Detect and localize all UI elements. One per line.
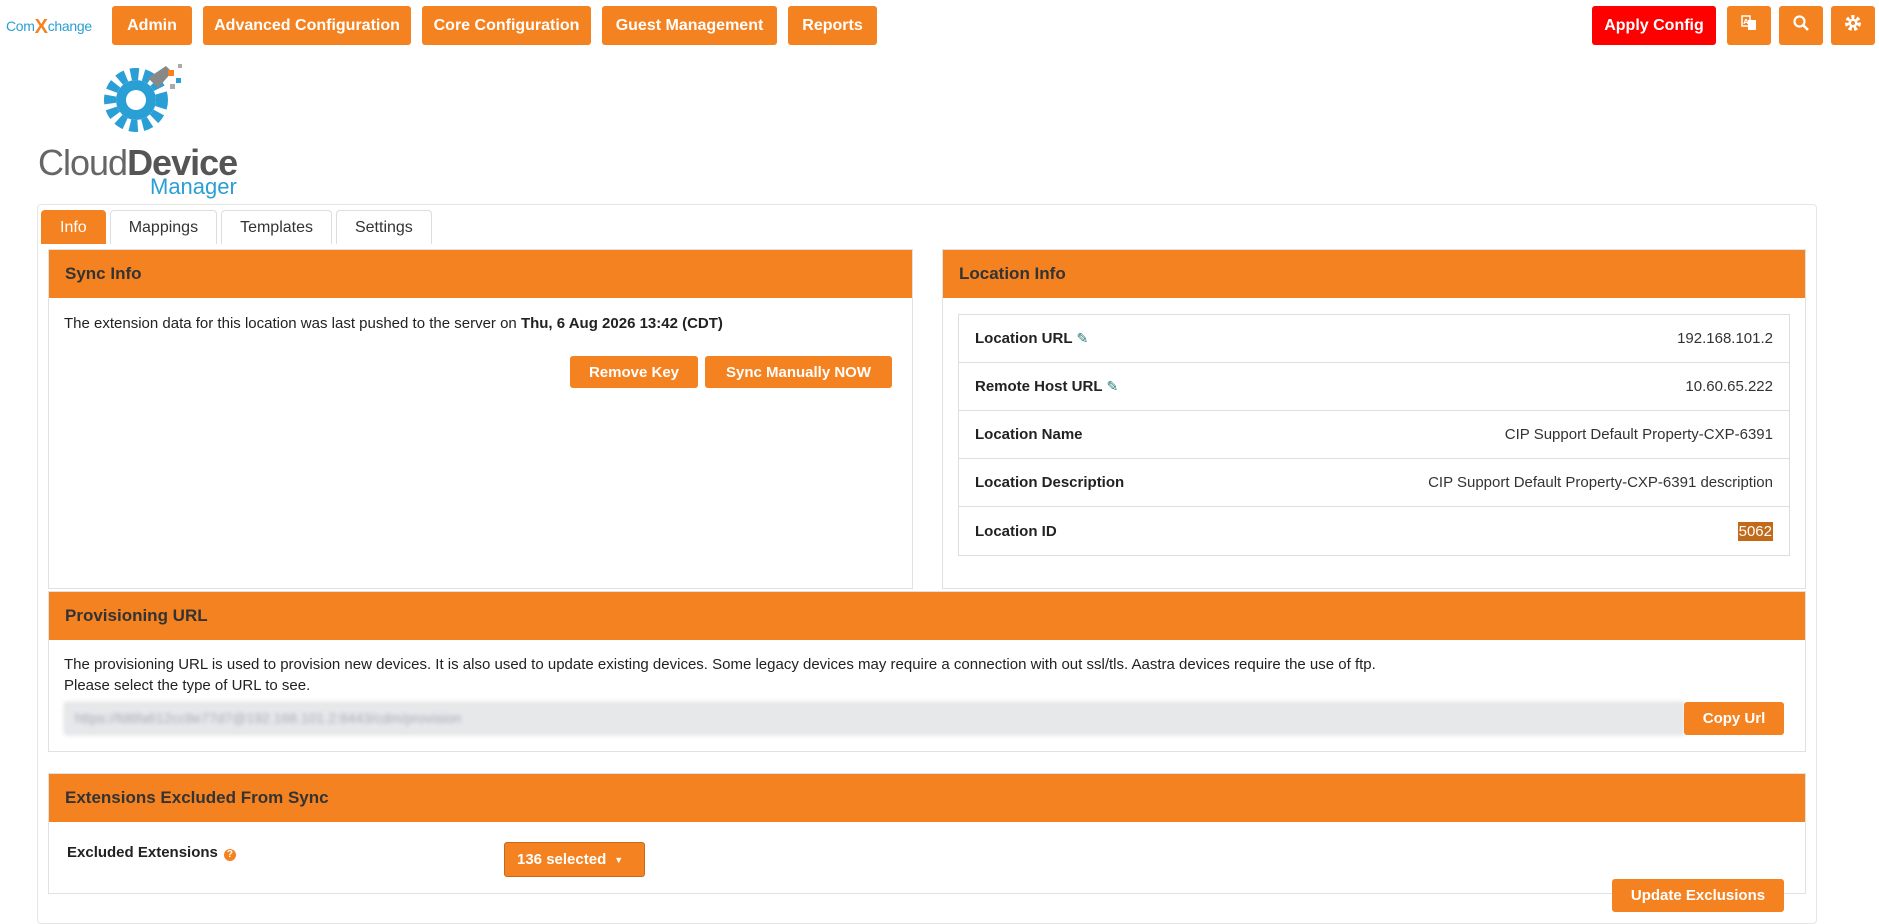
location-info-table: Location URL ✎ 192.168.101.2 Remote Host … xyxy=(958,314,1790,556)
nav-admin[interactable]: Admin xyxy=(112,6,192,45)
excluded-extensions-selected: 136 selected xyxy=(517,851,607,868)
translate-button[interactable]: A xyxy=(1727,6,1771,45)
svg-text:A: A xyxy=(1743,18,1749,26)
tab-templates[interactable]: Templates xyxy=(221,210,332,244)
location-name-value: CIP Support Default Property-CXP-6391 xyxy=(1504,426,1773,443)
logo-word-cloud: Cloud xyxy=(38,142,128,183)
provisioning-url-title: Provisioning URL xyxy=(49,592,1805,640)
comxchange-logo[interactable]: ComXchange xyxy=(6,14,92,38)
gear-wrench-logo-icon xyxy=(96,58,186,143)
tab-mappings[interactable]: Mappings xyxy=(109,210,218,244)
provisioning-description: The provisioning URL is used to provisio… xyxy=(64,656,1376,673)
settings-button[interactable] xyxy=(1831,6,1875,45)
tab-info[interactable]: Info xyxy=(41,210,106,244)
sync-message: The extension data for this location was… xyxy=(64,313,723,334)
location-description-label: Location Description xyxy=(975,474,1125,491)
sync-info-title: Sync Info xyxy=(49,250,912,298)
gear-icon xyxy=(1843,13,1863,38)
extensions-excluded-panel: Extensions Excluded From Sync Excluded E… xyxy=(48,773,1806,912)
search-button[interactable] xyxy=(1779,6,1823,45)
excluded-extensions-label-text: Excluded Extensions xyxy=(67,844,218,861)
provisioning-url-field[interactable]: https://fd6fa612cc8e77d7@192.168.101.2:8… xyxy=(64,702,1684,735)
remote-host-url-row: Remote Host URL ✎ 10.60.65.222 xyxy=(959,363,1789,411)
nav-core-configuration[interactable]: Core Configuration xyxy=(422,6,591,45)
location-description-row: Location Description CIP Support Default… xyxy=(959,459,1789,507)
sync-info-panel: Sync Info The extension data for this lo… xyxy=(48,249,913,589)
search-icon xyxy=(1792,14,1810,37)
update-exclusions-button[interactable]: Update Exclusions xyxy=(1612,879,1784,912)
brand-prefix: Com xyxy=(6,18,35,34)
sync-last-pushed-date: Thu, 6 Aug 2026 13:42 (CDT) xyxy=(520,315,723,332)
provisioning-url-panel: Provisioning URL The provisioning URL is… xyxy=(48,591,1806,752)
location-id-value: 5062 xyxy=(1737,521,1773,541)
top-navbar: ComXchange Admin Advanced Configuration … xyxy=(0,0,1879,50)
location-description-value: CIP Support Default Property-CXP-6391 de… xyxy=(1428,474,1773,491)
tab-bar: Info Mappings Templates Settings xyxy=(41,210,432,246)
sync-message-text: The extension data for this location was… xyxy=(64,315,521,332)
excluded-extensions-label: Excluded Extensions? xyxy=(67,842,236,863)
extensions-excluded-title: Extensions Excluded From Sync xyxy=(49,774,1805,822)
nav-advanced-configuration[interactable]: Advanced Configuration xyxy=(203,6,411,45)
location-id-label: Location ID xyxy=(975,522,1057,540)
brand-x: X xyxy=(34,16,48,38)
tab-settings[interactable]: Settings xyxy=(335,210,432,244)
remote-host-url-label: Remote Host URL xyxy=(975,378,1103,395)
pencil-icon[interactable]: ✎ xyxy=(1077,330,1089,347)
apply-config-button[interactable]: Apply Config xyxy=(1592,6,1716,45)
copy-url-button[interactable]: Copy Url xyxy=(1684,702,1784,735)
cloud-device-manager-logo: CloudDevice Manager xyxy=(38,58,238,199)
help-icon[interactable]: ? xyxy=(223,849,236,861)
pencil-icon[interactable]: ✎ xyxy=(1107,378,1119,395)
nav-reports[interactable]: Reports xyxy=(788,6,877,45)
logo-word-manager: Manager xyxy=(150,174,237,199)
nav-guest-management[interactable]: Guest Management xyxy=(602,6,777,45)
provisioning-instruction: Please select the type of URL to see. xyxy=(64,677,311,694)
location-url-label: Location URL xyxy=(975,330,1073,347)
caret-down-icon: ▼ xyxy=(614,854,624,865)
location-name-row: Location Name CIP Support Default Proper… xyxy=(959,411,1789,459)
brand-suffix: change xyxy=(47,18,92,34)
sync-manually-now-button[interactable]: Sync Manually NOW xyxy=(705,356,892,388)
location-id-row: Location ID 5062 xyxy=(959,507,1789,555)
location-url-row: Location URL ✎ 192.168.101.2 xyxy=(959,315,1789,363)
location-info-panel: Location Info Location URL ✎ 192.168.101.… xyxy=(942,249,1806,589)
excluded-extensions-select[interactable]: 136 selected ▼ xyxy=(504,842,645,877)
translate-icon: A xyxy=(1740,14,1758,37)
remote-host-url-value: 10.60.65.222 xyxy=(1685,378,1773,395)
location-name-label: Location Name xyxy=(975,426,1083,443)
location-info-title: Location Info xyxy=(943,250,1805,298)
remove-key-button[interactable]: Remove Key xyxy=(570,356,698,388)
location-url-value: 192.168.101.2 xyxy=(1677,330,1773,347)
